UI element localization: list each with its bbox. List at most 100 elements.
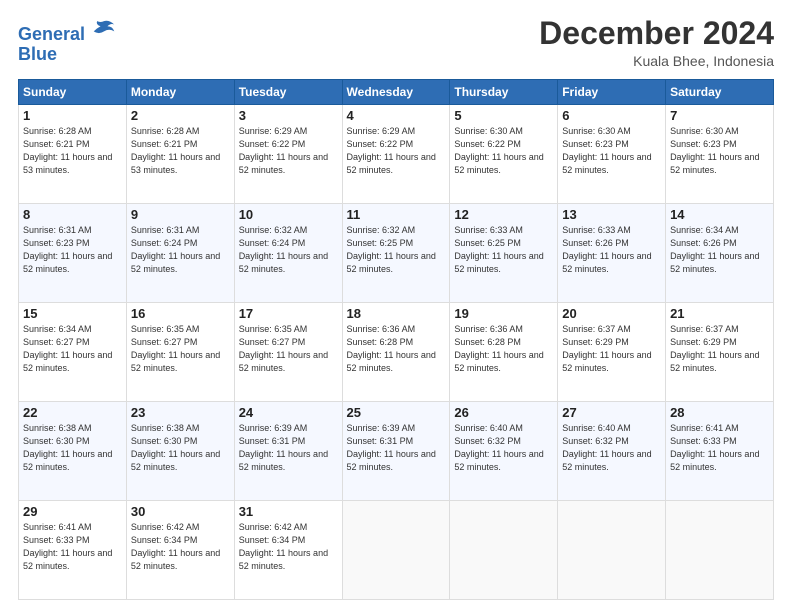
calendar-day-cell: 23 Sunrise: 6:38 AMSunset: 6:30 PMDaylig… — [126, 402, 234, 501]
calendar-week-row: 22 Sunrise: 6:38 AMSunset: 6:30 PMDaylig… — [19, 402, 774, 501]
calendar-day-cell: 10 Sunrise: 6:32 AMSunset: 6:24 PMDaylig… — [234, 204, 342, 303]
calendar-day-cell: 19 Sunrise: 6:36 AMSunset: 6:28 PMDaylig… — [450, 303, 558, 402]
day-info: Sunrise: 6:39 AMSunset: 6:31 PMDaylight:… — [347, 422, 446, 474]
calendar-day-cell — [558, 501, 666, 600]
day-number: 24 — [239, 405, 338, 420]
day-info: Sunrise: 6:40 AMSunset: 6:32 PMDaylight:… — [454, 422, 553, 474]
logo: General Blue — [18, 16, 116, 63]
calendar-day-cell — [666, 501, 774, 600]
calendar-header-cell: Friday — [558, 80, 666, 105]
day-info: Sunrise: 6:34 AMSunset: 6:26 PMDaylight:… — [670, 224, 769, 276]
day-number: 19 — [454, 306, 553, 321]
day-number: 2 — [131, 108, 230, 123]
day-number: 28 — [670, 405, 769, 420]
day-info: Sunrise: 6:41 AMSunset: 6:33 PMDaylight:… — [670, 422, 769, 474]
calendar-day-cell: 17 Sunrise: 6:35 AMSunset: 6:27 PMDaylig… — [234, 303, 342, 402]
calendar-header-cell: Wednesday — [342, 80, 450, 105]
calendar-header-cell: Monday — [126, 80, 234, 105]
calendar-day-cell: 4 Sunrise: 6:29 AMSunset: 6:22 PMDayligh… — [342, 105, 450, 204]
logo-text: General — [18, 16, 116, 45]
calendar-day-cell: 1 Sunrise: 6:28 AMSunset: 6:21 PMDayligh… — [19, 105, 127, 204]
calendar-day-cell: 21 Sunrise: 6:37 AMSunset: 6:29 PMDaylig… — [666, 303, 774, 402]
calendar-day-cell: 15 Sunrise: 6:34 AMSunset: 6:27 PMDaylig… — [19, 303, 127, 402]
day-info: Sunrise: 6:36 AMSunset: 6:28 PMDaylight:… — [454, 323, 553, 375]
day-number: 5 — [454, 108, 553, 123]
calendar-header-cell: Thursday — [450, 80, 558, 105]
day-info: Sunrise: 6:34 AMSunset: 6:27 PMDaylight:… — [23, 323, 122, 375]
day-info: Sunrise: 6:38 AMSunset: 6:30 PMDaylight:… — [23, 422, 122, 474]
day-number: 21 — [670, 306, 769, 321]
day-number: 31 — [239, 504, 338, 519]
day-info: Sunrise: 6:28 AMSunset: 6:21 PMDaylight:… — [131, 125, 230, 177]
day-number: 16 — [131, 306, 230, 321]
calendar-body: 1 Sunrise: 6:28 AMSunset: 6:21 PMDayligh… — [19, 105, 774, 600]
calendar-header-cell: Sunday — [19, 80, 127, 105]
day-info: Sunrise: 6:37 AMSunset: 6:29 PMDaylight:… — [670, 323, 769, 375]
day-number: 30 — [131, 504, 230, 519]
calendar-day-cell: 16 Sunrise: 6:35 AMSunset: 6:27 PMDaylig… — [126, 303, 234, 402]
day-number: 13 — [562, 207, 661, 222]
day-number: 3 — [239, 108, 338, 123]
day-number: 1 — [23, 108, 122, 123]
day-info: Sunrise: 6:36 AMSunset: 6:28 PMDaylight:… — [347, 323, 446, 375]
day-info: Sunrise: 6:32 AMSunset: 6:24 PMDaylight:… — [239, 224, 338, 276]
day-number: 8 — [23, 207, 122, 222]
calendar-day-cell: 8 Sunrise: 6:31 AMSunset: 6:23 PMDayligh… — [19, 204, 127, 303]
calendar-day-cell: 30 Sunrise: 6:42 AMSunset: 6:34 PMDaylig… — [126, 501, 234, 600]
logo-blue: Blue — [18, 45, 116, 63]
day-info: Sunrise: 6:39 AMSunset: 6:31 PMDaylight:… — [239, 422, 338, 474]
calendar-day-cell: 3 Sunrise: 6:29 AMSunset: 6:22 PMDayligh… — [234, 105, 342, 204]
day-number: 11 — [347, 207, 446, 222]
calendar-day-cell: 13 Sunrise: 6:33 AMSunset: 6:26 PMDaylig… — [558, 204, 666, 303]
calendar-day-cell: 31 Sunrise: 6:42 AMSunset: 6:34 PMDaylig… — [234, 501, 342, 600]
day-number: 27 — [562, 405, 661, 420]
day-info: Sunrise: 6:30 AMSunset: 6:22 PMDaylight:… — [454, 125, 553, 177]
calendar-day-cell — [450, 501, 558, 600]
day-number: 17 — [239, 306, 338, 321]
day-info: Sunrise: 6:32 AMSunset: 6:25 PMDaylight:… — [347, 224, 446, 276]
day-info: Sunrise: 6:35 AMSunset: 6:27 PMDaylight:… — [131, 323, 230, 375]
calendar-day-cell: 20 Sunrise: 6:37 AMSunset: 6:29 PMDaylig… — [558, 303, 666, 402]
day-info: Sunrise: 6:29 AMSunset: 6:22 PMDaylight:… — [347, 125, 446, 177]
day-number: 6 — [562, 108, 661, 123]
calendar-day-cell: 6 Sunrise: 6:30 AMSunset: 6:23 PMDayligh… — [558, 105, 666, 204]
header: General Blue December 2024 Kuala Bhee, I… — [18, 16, 774, 69]
day-info: Sunrise: 6:40 AMSunset: 6:32 PMDaylight:… — [562, 422, 661, 474]
day-number: 18 — [347, 306, 446, 321]
day-info: Sunrise: 6:42 AMSunset: 6:34 PMDaylight:… — [131, 521, 230, 573]
day-info: Sunrise: 6:41 AMSunset: 6:33 PMDaylight:… — [23, 521, 122, 573]
calendar-day-cell: 22 Sunrise: 6:38 AMSunset: 6:30 PMDaylig… — [19, 402, 127, 501]
calendar-table: SundayMondayTuesdayWednesdayThursdayFrid… — [18, 79, 774, 600]
calendar-day-cell: 29 Sunrise: 6:41 AMSunset: 6:33 PMDaylig… — [19, 501, 127, 600]
day-info: Sunrise: 6:37 AMSunset: 6:29 PMDaylight:… — [562, 323, 661, 375]
calendar-day-cell: 11 Sunrise: 6:32 AMSunset: 6:25 PMDaylig… — [342, 204, 450, 303]
calendar-day-cell: 2 Sunrise: 6:28 AMSunset: 6:21 PMDayligh… — [126, 105, 234, 204]
calendar-day-cell: 26 Sunrise: 6:40 AMSunset: 6:32 PMDaylig… — [450, 402, 558, 501]
calendar-day-cell: 27 Sunrise: 6:40 AMSunset: 6:32 PMDaylig… — [558, 402, 666, 501]
day-info: Sunrise: 6:33 AMSunset: 6:26 PMDaylight:… — [562, 224, 661, 276]
day-number: 7 — [670, 108, 769, 123]
day-number: 4 — [347, 108, 446, 123]
calendar-week-row: 8 Sunrise: 6:31 AMSunset: 6:23 PMDayligh… — [19, 204, 774, 303]
day-number: 10 — [239, 207, 338, 222]
logo-icon — [92, 16, 116, 40]
calendar-day-cell — [342, 501, 450, 600]
day-info: Sunrise: 6:31 AMSunset: 6:24 PMDaylight:… — [131, 224, 230, 276]
calendar-day-cell: 18 Sunrise: 6:36 AMSunset: 6:28 PMDaylig… — [342, 303, 450, 402]
calendar-day-cell: 28 Sunrise: 6:41 AMSunset: 6:33 PMDaylig… — [666, 402, 774, 501]
day-info: Sunrise: 6:33 AMSunset: 6:25 PMDaylight:… — [454, 224, 553, 276]
day-info: Sunrise: 6:28 AMSunset: 6:21 PMDaylight:… — [23, 125, 122, 177]
day-number: 25 — [347, 405, 446, 420]
calendar-day-cell: 25 Sunrise: 6:39 AMSunset: 6:31 PMDaylig… — [342, 402, 450, 501]
title-area: December 2024 Kuala Bhee, Indonesia — [539, 16, 774, 69]
day-info: Sunrise: 6:30 AMSunset: 6:23 PMDaylight:… — [670, 125, 769, 177]
day-info: Sunrise: 6:42 AMSunset: 6:34 PMDaylight:… — [239, 521, 338, 573]
calendar-day-cell: 12 Sunrise: 6:33 AMSunset: 6:25 PMDaylig… — [450, 204, 558, 303]
calendar-header-cell: Saturday — [666, 80, 774, 105]
day-info: Sunrise: 6:35 AMSunset: 6:27 PMDaylight:… — [239, 323, 338, 375]
day-info: Sunrise: 6:38 AMSunset: 6:30 PMDaylight:… — [131, 422, 230, 474]
day-info: Sunrise: 6:30 AMSunset: 6:23 PMDaylight:… — [562, 125, 661, 177]
day-number: 20 — [562, 306, 661, 321]
calendar-header-cell: Tuesday — [234, 80, 342, 105]
day-number: 26 — [454, 405, 553, 420]
